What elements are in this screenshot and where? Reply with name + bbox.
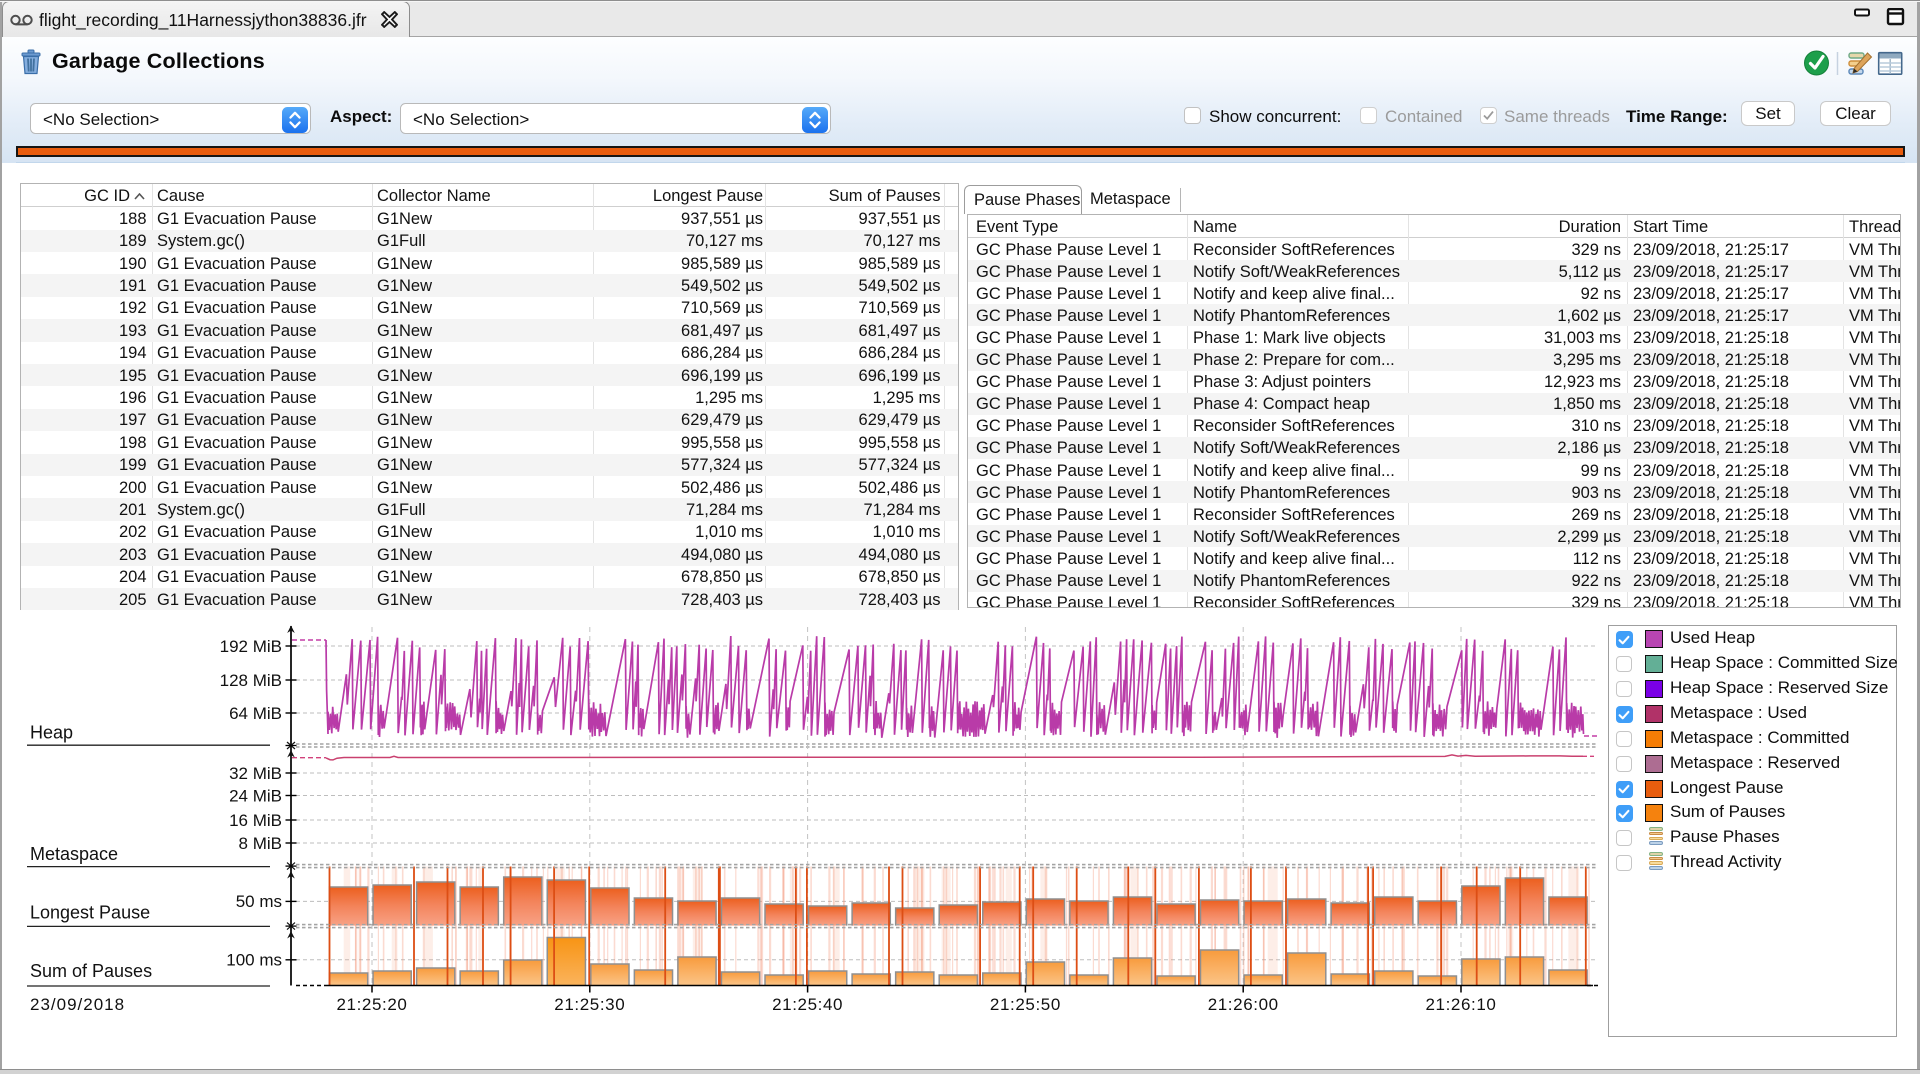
svg-text:21:25:50: 21:25:50 [990,995,1061,1014]
svg-text:24 MiB: 24 MiB [229,786,282,805]
svg-text:32 MiB: 32 MiB [229,764,282,783]
svg-text:Metaspace: Metaspace [30,844,118,864]
svg-text:Sum of Pauses: Sum of Pauses [30,961,152,981]
svg-text:Longest Pause: Longest Pause [30,903,150,923]
svg-text:21:25:40: 21:25:40 [772,995,843,1014]
svg-text:21:25:30: 21:25:30 [554,995,625,1014]
svg-text:21:25:20: 21:25:20 [337,995,408,1014]
svg-text:8 MiB: 8 MiB [239,834,282,853]
svg-text:16 MiB: 16 MiB [229,811,282,830]
svg-text:64 MiB: 64 MiB [229,704,282,723]
svg-text:192 MiB: 192 MiB [220,637,282,656]
svg-text:Heap: Heap [30,723,73,743]
svg-text:23/09/2018: 23/09/2018 [30,995,125,1014]
svg-text:128 MiB: 128 MiB [220,671,282,690]
svg-text:21:26:00: 21:26:00 [1208,995,1279,1014]
svg-text:50 ms: 50 ms [236,892,282,911]
svg-text:21:26:10: 21:26:10 [1426,995,1497,1014]
svg-text:100 ms: 100 ms [226,951,282,970]
